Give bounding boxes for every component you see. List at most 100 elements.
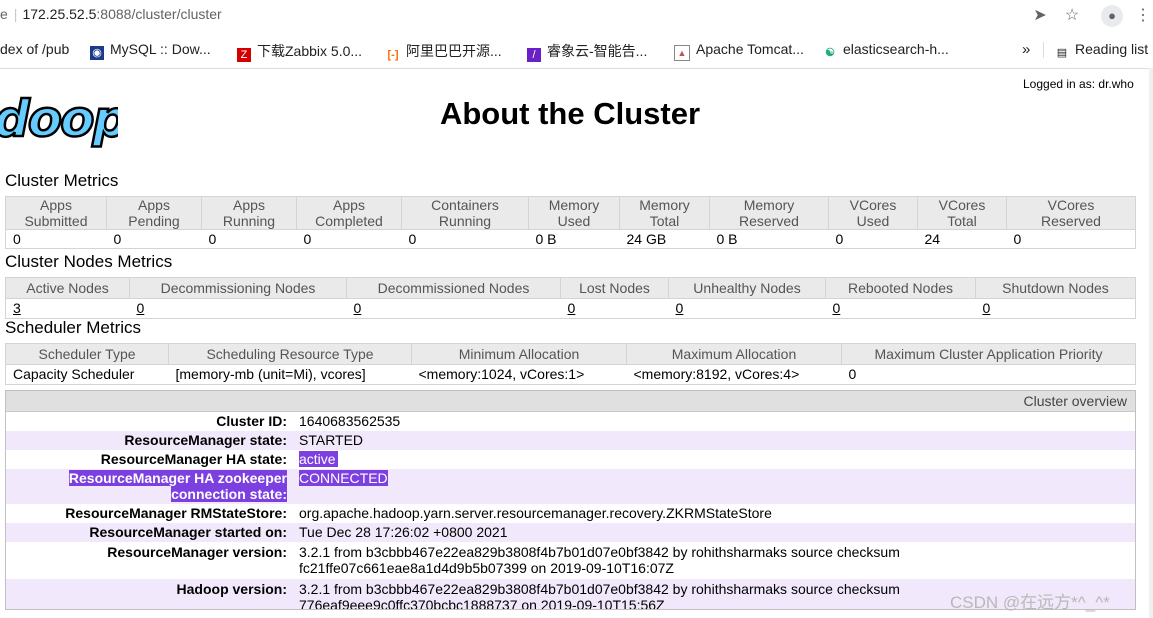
overview-key: Hadoop version:: [176, 581, 287, 597]
bookmarks-overflow-button[interactable]: »: [1022, 41, 1030, 58]
lost-nodes-link[interactable]: 0: [568, 300, 576, 316]
column-header[interactable]: Lost Nodes: [560, 277, 669, 299]
bookmark-item[interactable]: ◉ MySQL :: Dow...: [90, 41, 211, 60]
tomcat-icon: ▲: [674, 45, 690, 61]
csdn-watermark: CSDN @在远方*^_^*: [950, 593, 1110, 612]
overview-value: active: [299, 450, 1135, 469]
version-line: 3.2.1 from b3cbbb467e22ea829b3808f4b7b01…: [299, 581, 900, 597]
table-cell: 3: [5, 298, 130, 319]
address-bar[interactable]: e | 172.25.52.5:8088/cluster/cluster: [0, 6, 222, 22]
column-header[interactable]: Minimum Allocation: [411, 343, 627, 365]
decommissioned-nodes-link[interactable]: 0: [354, 300, 362, 316]
page-scrollbar[interactable]: [1149, 68, 1153, 618]
overview-row: ResourceManager RMStateStore: org.apache…: [6, 504, 1135, 523]
bookmark-item[interactable]: [-] 阿里巴巴开源...: [386, 41, 502, 62]
column-header[interactable]: Decommissioned Nodes: [346, 277, 561, 299]
column-header[interactable]: Apps Completed: [296, 196, 402, 230]
column-header[interactable]: Apps Submitted: [5, 196, 107, 230]
overview-value: org.apache.hadoop.yarn.server.resourcema…: [299, 505, 772, 521]
bookmark-item[interactable]: ▲ Apache Tomcat...: [674, 41, 804, 61]
address-separator: |: [13, 6, 18, 22]
table-cell: 24 GB: [619, 229, 710, 249]
reading-list-label: Reading list: [1075, 41, 1149, 57]
cluster-metrics-header-row: Apps Submitted Apps Pending Apps Running Ap…: [5, 196, 1136, 230]
overview-row: ResourceManager version: 3.2.1 from b3cb…: [6, 542, 1135, 579]
column-header[interactable]: Memory Used: [528, 196, 620, 230]
bookmark-item[interactable]: / 睿象云-智能告...: [527, 41, 647, 62]
column-header[interactable]: Memory Total: [619, 196, 710, 230]
share-icon[interactable]: ➤: [1028, 4, 1052, 28]
bookmark-item[interactable]: ☯ elasticsearch-h...: [823, 41, 949, 60]
logged-in-label: Logged in as: dr.who: [1023, 77, 1134, 91]
nodes-metrics-heading: Cluster Nodes Metrics: [5, 252, 173, 271]
column-header[interactable]: Maximum Allocation: [626, 343, 842, 365]
bookmark-label: 下载Zabbix 5.0...: [257, 43, 363, 59]
bookmark-label: 睿象云-智能告...: [547, 43, 648, 59]
column-header[interactable]: Maximum Cluster Application Priority: [841, 343, 1136, 365]
column-header[interactable]: Shutdown Nodes: [975, 277, 1136, 299]
column-header[interactable]: Unhealthy Nodes: [668, 277, 826, 299]
active-nodes-link[interactable]: 3: [13, 300, 21, 316]
menu-kebab-icon[interactable]: ⋮: [1131, 4, 1153, 28]
column-header[interactable]: Rebooted Nodes: [825, 277, 976, 299]
url-host: 172.25.52.5: [22, 6, 97, 22]
elastic-icon: ☯: [825, 47, 835, 59]
table-cell: 0: [5, 229, 107, 249]
table-cell: 24: [917, 229, 1007, 249]
table-cell: <memory:1024, vCores:1>: [411, 364, 627, 385]
zk-key-line: ResourceManager HA zookeeper: [68, 470, 287, 486]
table-cell: <memory:8192, vCores:4>: [626, 364, 842, 385]
overview-value: Tue Dec 28 17:26:02 +0800 2021: [299, 524, 508, 540]
unhealthy-nodes-link[interactable]: 0: [676, 300, 684, 316]
reading-list-button[interactable]: ▤ Reading list: [1055, 41, 1148, 60]
mysql-icon: ◉: [90, 46, 104, 60]
bookmark-label: Apache Tomcat...: [696, 41, 804, 57]
decommissioning-nodes-link[interactable]: 0: [137, 300, 145, 316]
bookmark-item[interactable]: Z 下载Zabbix 5.0...: [237, 41, 362, 62]
overview-value: 3.2.1 from b3cbbb467e22ea829b3808f4b7b01…: [299, 544, 1135, 579]
column-header[interactable]: Memory Reserved: [709, 196, 829, 230]
table-cell: 0: [346, 298, 561, 319]
column-header[interactable]: VCores Total: [917, 196, 1007, 230]
bookmark-star-icon[interactable]: ☆: [1060, 4, 1084, 28]
overview-row: ResourceManager started on: Tue Dec 28 1…: [6, 523, 1135, 542]
cluster-overview-title: Cluster overview: [6, 391, 1135, 412]
profile-icon[interactable]: ●: [1101, 5, 1123, 27]
column-header[interactable]: Containers Running: [401, 196, 529, 230]
column-header[interactable]: VCores Used: [828, 196, 918, 230]
nodes-metrics-header-row: Active Nodes Decommissioning Nodes Decom…: [5, 277, 1136, 299]
column-header[interactable]: Decommissioning Nodes: [129, 277, 347, 299]
overview-key: Cluster ID:: [216, 413, 287, 429]
nodes-metrics-table: Active Nodes Decommissioning Nodes Decom…: [5, 277, 1136, 319]
bookmark-label: dex of /pub: [0, 41, 70, 57]
ruixiang-icon: /: [527, 48, 541, 62]
page-title: About the Cluster: [439, 96, 701, 131]
overview-row: ResourceManager HA zookeeper connection s…: [6, 469, 1135, 504]
column-header[interactable]: Apps Running: [201, 196, 297, 230]
tab-title-fragment: e: [0, 6, 8, 22]
ha-state-value: active: [299, 451, 338, 467]
overview-row: ResourceManager state: STARTED: [6, 431, 1135, 450]
column-header[interactable]: Scheduling Resource Type: [168, 343, 412, 365]
bookmark-label: MySQL :: Dow...: [110, 41, 211, 57]
url-path: :8088/cluster/cluster: [96, 6, 222, 22]
shutdown-nodes-link[interactable]: 0: [983, 300, 991, 316]
rebooted-nodes-link[interactable]: 0: [833, 300, 841, 316]
table-cell: 0: [296, 229, 402, 249]
column-header[interactable]: Scheduler Type: [5, 343, 169, 365]
overview-key: ResourceManager RMStateStore:: [65, 505, 287, 521]
column-header[interactable]: VCores Reserved: [1006, 196, 1136, 230]
overview-key: ResourceManager started on:: [89, 524, 287, 540]
overview-key: ResourceManager state:: [124, 432, 287, 448]
browser-toolbar: e | 172.25.52.5:8088/cluster/cluster ➤ ☆ ●…: [0, 0, 1153, 32]
column-header[interactable]: Active Nodes: [5, 277, 130, 299]
table-cell: 0: [106, 229, 202, 249]
column-header[interactable]: Apps Pending: [106, 196, 202, 230]
cluster-metrics-table: Apps Submitted Apps Pending Apps Running Ap…: [5, 196, 1136, 249]
zk-key-line: connection state:: [171, 486, 287, 502]
bookmark-label: elasticsearch-h...: [843, 41, 949, 57]
bookmark-item[interactable]: dex of /pub: [0, 41, 69, 57]
reading-list-icon: ▤: [1056, 47, 1068, 59]
overview-value: CONNECTED: [299, 470, 1135, 504]
scheduler-metrics-row: Capacity Scheduler [memory-mb (unit=Mi),…: [5, 364, 1136, 385]
